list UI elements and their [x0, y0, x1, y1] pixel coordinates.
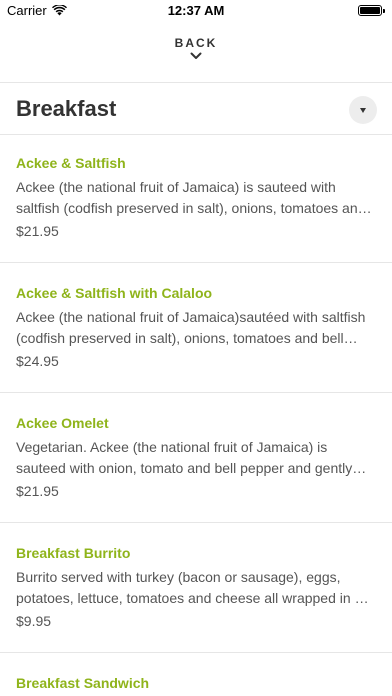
divider — [0, 82, 392, 83]
menu-item[interactable]: Breakfast Burrito Burrito served with tu… — [0, 523, 392, 653]
menu-item[interactable]: Breakfast Sandwich — [0, 653, 392, 696]
category-dropdown-button[interactable] — [349, 96, 377, 124]
category-title: Breakfast — [16, 96, 117, 121]
status-time: 12:37 AM — [167, 3, 225, 18]
item-name: Breakfast Sandwich — [16, 675, 150, 691]
caret-down-icon — [360, 107, 366, 113]
item-price: $24.95 — [16, 353, 59, 369]
back-label: BACK — [174, 36, 218, 50]
item-description: Burrito served with turkey (bacon or sau… — [16, 569, 363, 606]
item-description: Ackee (the national fruit of Jamaica) is… — [16, 179, 366, 216]
item-name: Ackee Omelet — [16, 415, 109, 431]
chevron-down-icon — [190, 52, 202, 59]
status-bar: Carrier 12:37 AM — [0, 0, 392, 22]
item-name: Breakfast Burrito — [16, 545, 131, 561]
menu-item[interactable]: Ackee & Saltfish Ackee (the national fru… — [0, 135, 392, 265]
menu-item[interactable]: Ackee Omelet Vegetarian. Ackee (the nati… — [0, 393, 392, 523]
item-price: $9.95 — [16, 613, 52, 629]
item-name: Ackee & Saltfish — [16, 155, 126, 171]
category-header: Breakfast — [0, 84, 392, 134]
item-price: $21.95 — [16, 483, 59, 499]
item-price: $21.95 — [16, 223, 59, 239]
item-description: Vegetarian. Ackee (the national fruit of… — [16, 439, 353, 476]
back-button[interactable]: BACK — [0, 36, 392, 72]
item-description: Ackee (the national fruit of Jamaica)sau… — [16, 309, 366, 346]
battery-icon — [358, 5, 385, 16]
item-name: Ackee & Saltfish with Calaloo — [16, 285, 213, 301]
menu-item[interactable]: Ackee & Saltfish with Calaloo Ackee (the… — [0, 263, 392, 393]
